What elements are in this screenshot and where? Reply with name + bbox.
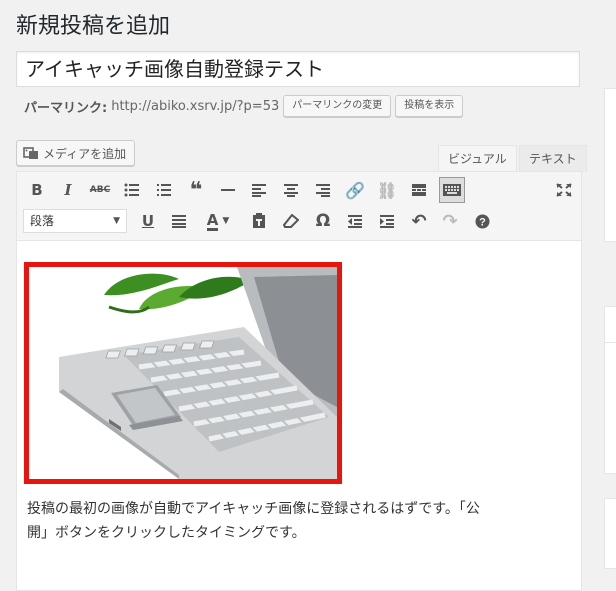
blockquote-icon[interactable]: ❝ xyxy=(184,178,208,203)
change-permalink-button[interactable]: パーマリンクの変更 xyxy=(283,95,392,117)
chevron-down-icon: ▼ xyxy=(113,216,120,226)
view-post-button[interactable]: 投稿を表示 xyxy=(395,95,464,117)
add-media-label: メディアを追加 xyxy=(43,146,127,161)
redo-icon[interactable]: ↷ xyxy=(438,209,462,233)
unlink-icon[interactable]: ⛓ xyxy=(375,178,399,202)
tab-visual[interactable]: ビジュアル xyxy=(438,145,517,172)
special-char-icon[interactable]: Ω xyxy=(311,209,335,233)
read-more-icon[interactable] xyxy=(407,178,431,202)
help-icon[interactable]: ? xyxy=(470,209,494,233)
post-editor: B I ABC ❝ 🔗 ⛓ 段落 ▼ U A ▼ Ω ↶ ↷ ? 投稿の最初の画… xyxy=(16,171,582,591)
add-media-button[interactable]: メディアを追加 xyxy=(16,140,136,166)
align-center-icon[interactable] xyxy=(279,178,303,202)
page-title: 新規投稿を追加 xyxy=(16,14,171,39)
fullscreen-icon[interactable] xyxy=(552,178,576,202)
clear-formatting-icon[interactable] xyxy=(279,209,303,233)
align-left-icon[interactable] xyxy=(247,178,271,202)
numbered-list-icon[interactable] xyxy=(152,178,176,202)
featured-image-candidate[interactable] xyxy=(24,262,342,484)
underline-icon[interactable]: U xyxy=(136,209,160,233)
text-color-icon[interactable]: A ▼ xyxy=(200,209,236,233)
paste-text-icon[interactable] xyxy=(247,209,271,233)
italic-icon[interactable]: I xyxy=(56,178,80,202)
format-select-value: 段落 xyxy=(30,214,55,228)
body-line-2: 開」ボタンをクリックしたタイミングです。 xyxy=(27,525,306,541)
side-box-format xyxy=(604,306,616,344)
format-select[interactable]: 段落 ▼ xyxy=(23,209,127,233)
align-right-icon[interactable] xyxy=(311,178,335,202)
publish-box xyxy=(604,88,616,242)
editor-toolbar: B I ABC ❝ 🔗 ⛓ 段落 ▼ U A ▼ Ω ↶ ↷ ? xyxy=(17,172,581,241)
laptop-image xyxy=(29,267,337,479)
body-line-1: 投稿の最初の画像が自動でアイキャッチ画像に登録されるはずです。「公 xyxy=(27,501,480,517)
permalink-url[interactable]: http://abiko.xsrv.jp/?p=53 xyxy=(111,99,279,114)
post-title-input[interactable]: アイキャッチ画像自動登録テスト xyxy=(16,51,580,87)
bold-icon[interactable]: B xyxy=(25,178,49,202)
bullet-list-icon[interactable] xyxy=(120,178,144,202)
link-icon[interactable]: 🔗 xyxy=(343,178,367,202)
strikethrough-icon[interactable]: ABC xyxy=(88,178,112,202)
justify-icon[interactable] xyxy=(167,209,191,233)
svg-text:?: ? xyxy=(479,216,486,228)
toolbar-toggle-icon[interactable] xyxy=(439,177,465,203)
permalink-row: パーマリンク: http://abiko.xsrv.jp/?p=53 パーマリン… xyxy=(24,94,464,118)
permalink-label: パーマリンク: xyxy=(24,100,108,116)
media-icon xyxy=(23,147,38,159)
undo-icon[interactable]: ↶ xyxy=(407,209,431,233)
tab-text[interactable]: テキスト xyxy=(519,145,587,172)
horizontal-rule-icon[interactable] xyxy=(216,178,240,202)
post-body-text[interactable]: 投稿の最初の画像が自動でアイキャッチ画像に登録されるはずです。「公 開」ボタンを… xyxy=(27,497,567,545)
indent-icon[interactable] xyxy=(375,209,399,233)
side-box-categories xyxy=(604,342,616,474)
side-box-tags xyxy=(604,498,616,569)
outdent-icon[interactable] xyxy=(343,209,367,233)
